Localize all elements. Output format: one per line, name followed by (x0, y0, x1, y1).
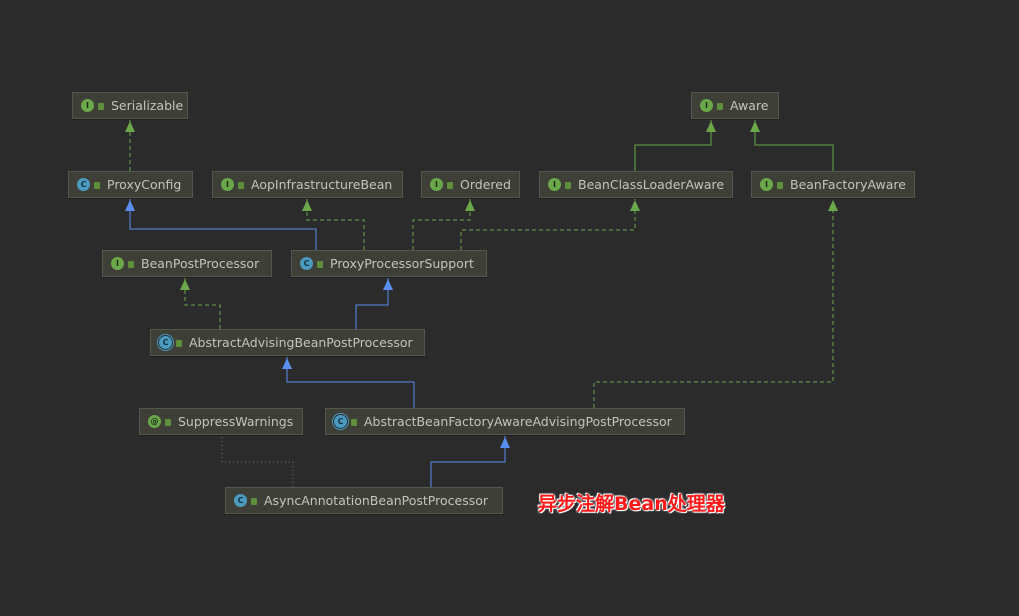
node-serializable[interactable]: I Serializable (72, 92, 188, 119)
node-abstract-bean-factory-aware-advising-post-processor[interactable]: C AbstractBeanFactoryAwareAdvisingPostPro… (325, 408, 685, 435)
arrowhead-icon (828, 200, 838, 211)
abstract-class-icon: C (159, 336, 172, 349)
node-bean-class-loader-aware[interactable]: I BeanClassLoaderAware (539, 171, 733, 198)
abstract-class-icon: C (334, 415, 347, 428)
lock-icon (128, 261, 134, 268)
interface-icon: I (548, 178, 561, 191)
lock-icon (317, 261, 323, 268)
edge-async_annotation_bpp-to-suppress_warnings (221, 436, 294, 487)
arrowhead-icon (750, 121, 760, 132)
interface-icon: I (700, 99, 713, 112)
node-label: SuppressWarnings (178, 414, 294, 429)
arrowhead-icon (125, 200, 135, 211)
edge-bean_factory_aware-to-aware (754, 120, 834, 171)
node-label: Ordered (460, 177, 511, 192)
class-icon: C (77, 178, 90, 191)
edge-async_annotation_bpp-to-abstract_bfa_advising_pp (430, 436, 506, 487)
node-bean-factory-aware[interactable]: I BeanFactoryAware (751, 171, 915, 198)
node-label: ProxyProcessorSupport (330, 256, 474, 271)
annotation-note: 异步注解Bean处理器 (538, 493, 725, 515)
lock-icon (165, 419, 171, 426)
uml-diagram-canvas: I Serializable I Aware C ProxyConfig I AopIn… (0, 0, 1019, 616)
node-label: AbstractBeanFactoryAwareAdvisingPostProc… (364, 414, 672, 429)
arrowhead-icon (282, 358, 292, 369)
interface-icon: I (430, 178, 443, 191)
edge-proxy_processor_support-to-bean_class_loader_aware (460, 199, 636, 250)
lock-icon (717, 103, 723, 110)
node-proxy-config[interactable]: C ProxyConfig (68, 171, 193, 198)
edge-abstract_advising_bpp-to-proxy_processor_support (355, 278, 389, 329)
arrowhead-icon (706, 121, 716, 132)
lock-icon (777, 182, 783, 189)
arrowhead-icon (500, 437, 510, 448)
node-abstract-advising-bean-post-processor[interactable]: C AbstractAdvisingBeanPostProcessor (150, 329, 425, 356)
lock-icon (251, 498, 257, 505)
node-label: ProxyConfig (107, 177, 182, 192)
node-label: Serializable (111, 98, 184, 113)
edge-bean_class_loader_aware-to-aware (634, 120, 712, 171)
node-proxy-processor-support[interactable]: C ProxyProcessorSupport (291, 250, 487, 277)
lock-icon (447, 182, 453, 189)
node-label: BeanPostProcessor (141, 256, 260, 271)
class-icon: C (234, 494, 247, 507)
lock-icon (94, 182, 100, 189)
node-label: Aware (730, 98, 769, 113)
node-aware[interactable]: I Aware (691, 92, 779, 119)
node-aop-infrastructure-bean[interactable]: I AopInfrastructureBean (212, 171, 403, 198)
lock-icon (565, 182, 571, 189)
arrowhead-icon (302, 200, 312, 211)
class-icon: C (300, 257, 313, 270)
lock-icon (176, 340, 182, 347)
node-label: AopInfrastructureBean (251, 177, 393, 192)
edge-abstract_advising_bpp-to-bean_post_processor (184, 278, 221, 329)
interface-icon: I (760, 178, 773, 191)
node-label: BeanClassLoaderAware (578, 177, 725, 192)
node-label: AbstractAdvisingBeanPostProcessor (189, 335, 413, 350)
interface-icon: I (81, 99, 94, 112)
interface-icon: I (111, 257, 124, 270)
arrowhead-icon (630, 200, 640, 211)
node-label: AsyncAnnotationBeanPostProcessor (264, 493, 489, 508)
interface-icon: I (221, 178, 234, 191)
arrowhead-icon (180, 279, 190, 290)
node-ordered[interactable]: I Ordered (421, 171, 520, 198)
edge-proxy_processor_support-to-proxy_config (129, 199, 317, 250)
lock-icon (238, 182, 244, 189)
annotation-icon: @ (148, 415, 161, 428)
node-bean-post-processor[interactable]: I BeanPostProcessor (102, 250, 272, 277)
node-label: BeanFactoryAware (790, 177, 906, 192)
edge-abstract_bfa_advising_pp-to-abstract_advising_bpp (286, 357, 415, 408)
arrowhead-icon (465, 200, 475, 211)
arrowhead-icon (125, 121, 135, 132)
node-suppress-warnings[interactable]: @ SuppressWarnings (139, 408, 303, 435)
lock-icon (98, 103, 104, 110)
lock-icon (351, 419, 357, 426)
arrowhead-icon (383, 279, 393, 290)
node-async-annotation-bean-post-processor[interactable]: C AsyncAnnotationBeanPostProcessor (225, 487, 503, 514)
edge-abstract_bfa_advising_pp-to-bean_factory_aware (593, 199, 834, 408)
